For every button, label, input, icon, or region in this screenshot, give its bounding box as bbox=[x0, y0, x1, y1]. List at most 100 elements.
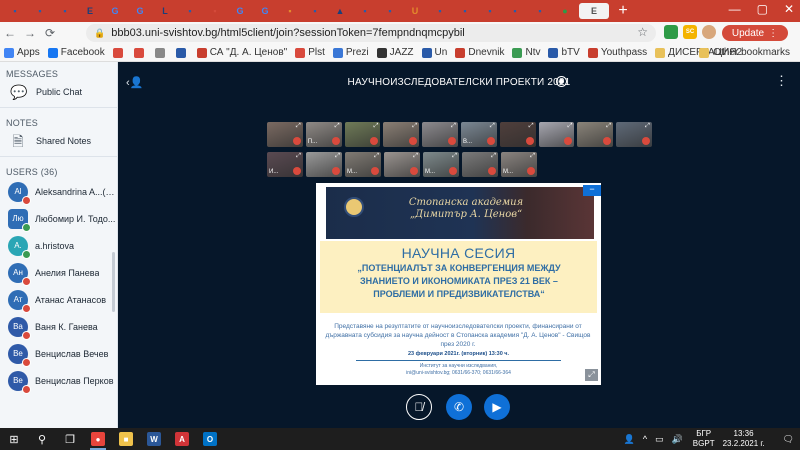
user-list-item[interactable]: Ат Атанас Атанасов bbox=[0, 286, 117, 313]
browser-tab[interactable]: ▲ bbox=[329, 3, 351, 19]
user-list-item[interactable]: A. a.hristova bbox=[0, 232, 117, 259]
fullscreen-icon[interactable]: ⤢ bbox=[296, 153, 301, 160]
show-hidden-icons-icon[interactable]: ^ bbox=[643, 434, 647, 444]
user-list-item[interactable]: Al Aleksandrina A...(You) bbox=[0, 178, 117, 205]
browser-tab[interactable]: ▪ bbox=[304, 3, 326, 19]
user-list-scrollbar[interactable] bbox=[112, 252, 115, 312]
browser-tab[interactable]: U bbox=[404, 3, 426, 19]
url-omnibox[interactable]: 🔒 bbb03.uni-svishtov.bg/html5client/join… bbox=[86, 24, 656, 42]
options-menu-icon[interactable]: ⋮ bbox=[775, 73, 788, 89]
fullscreen-icon[interactable]: ⤢ bbox=[568, 123, 573, 130]
audio-phone-button[interactable]: ✆ bbox=[446, 394, 472, 420]
browser-tab[interactable]: E bbox=[79, 3, 101, 19]
webcam-tile[interactable]: И... ⤢ bbox=[267, 152, 303, 177]
browser-tab[interactable]: ● bbox=[554, 3, 576, 19]
user-list-item[interactable]: Ве Венцислав Перков bbox=[0, 367, 117, 394]
bookmark-item[interactable]: Prezi bbox=[332, 47, 369, 58]
taskbar-app[interactable]: W bbox=[140, 428, 168, 450]
fullscreen-icon[interactable]: ⤢ bbox=[645, 123, 650, 130]
other-bookmarks[interactable]: Other bookmarks bbox=[699, 47, 790, 58]
volume-icon[interactable]: 🔊 bbox=[672, 434, 683, 445]
profile-avatar[interactable] bbox=[702, 25, 716, 39]
reload-icon[interactable]: ⟳ bbox=[40, 26, 60, 40]
fullscreen-presentation-icon[interactable]: ⤢ bbox=[585, 369, 598, 381]
sc-extension-icon[interactable]: SC bbox=[683, 25, 697, 39]
windows-start-icon[interactable]: ⊞ bbox=[0, 428, 28, 450]
public-chat-item[interactable]: 💬 Public Chat bbox=[0, 80, 117, 104]
fullscreen-icon[interactable]: ⤢ bbox=[335, 153, 340, 160]
fullscreen-icon[interactable]: ⤢ bbox=[452, 153, 457, 160]
fullscreen-icon[interactable]: ⤢ bbox=[296, 123, 301, 130]
forward-arrow-icon[interactable]: → bbox=[20, 26, 40, 40]
bookmark-item[interactable]: bTV bbox=[548, 47, 580, 58]
active-browser-tab[interactable]: E bbox=[579, 3, 609, 19]
input-language[interactable]: БГР BGPT bbox=[693, 429, 715, 449]
webcam-tile[interactable]: ⤢ bbox=[422, 122, 458, 147]
webcam-tile[interactable]: ⤢ bbox=[538, 122, 575, 147]
webcam-tile[interactable]: М... ⤢ bbox=[501, 152, 537, 177]
bookmark-item[interactable] bbox=[154, 47, 168, 58]
browser-tab[interactable]: ▪ bbox=[29, 3, 51, 19]
bookmark-item[interactable]: Apps bbox=[4, 47, 40, 58]
browser-tab[interactable]: ▪ bbox=[279, 3, 301, 19]
fullscreen-icon[interactable]: ⤢ bbox=[374, 153, 379, 160]
update-button[interactable]: Update ⋮ bbox=[722, 25, 788, 41]
taskbar-app[interactable]: O bbox=[196, 428, 224, 450]
browser-tab[interactable]: G bbox=[104, 3, 126, 19]
fullscreen-icon[interactable]: ⤢ bbox=[374, 123, 379, 130]
fullscreen-icon[interactable]: ⤢ bbox=[412, 123, 417, 130]
notifications-icon[interactable]: 🗨 bbox=[783, 434, 794, 445]
webcam-tile[interactable]: М... ⤢ bbox=[345, 152, 381, 177]
bookmark-item[interactable]: Ntv bbox=[512, 47, 540, 58]
browser-tab[interactable]: ▪ bbox=[179, 3, 201, 19]
browser-tab[interactable]: G bbox=[129, 3, 151, 19]
browser-tab[interactable]: ▪ bbox=[204, 3, 226, 19]
webcam-tile[interactable]: В... ⤢ bbox=[460, 122, 497, 147]
taskbar-app[interactable]: ● bbox=[84, 428, 112, 450]
webcam-tile[interactable]: ⤢ bbox=[383, 122, 420, 147]
user-list-item[interactable]: Лю Любомир И. Тодо... bbox=[0, 205, 117, 232]
url-text[interactable]: bbb03.uni-svishtov.bg/html5client/join?s… bbox=[111, 27, 465, 39]
browser-tab[interactable]: ▪ bbox=[54, 3, 76, 19]
browser-tab[interactable]: ▪ bbox=[479, 3, 501, 19]
minimize-presentation-button[interactable]: − bbox=[583, 185, 601, 196]
bookmark-star-icon[interactable]: ☆ bbox=[637, 25, 648, 39]
browser-tab[interactable]: ▪ bbox=[429, 3, 451, 19]
task-view-icon[interactable]: ❐ bbox=[56, 428, 84, 450]
bookmark-item[interactable]: Youthpass bbox=[587, 47, 647, 58]
fullscreen-icon[interactable]: ⤢ bbox=[490, 123, 495, 130]
minimize-window-icon[interactable]: — bbox=[729, 2, 741, 16]
user-list-item[interactable]: Ан Анелия Панева bbox=[0, 259, 117, 286]
bookmark-item[interactable]: СА "Д. А. Ценов" bbox=[196, 47, 287, 58]
fullscreen-icon[interactable]: ⤢ bbox=[529, 123, 534, 130]
unmute-microphone-button[interactable]: 🎙̸ bbox=[406, 394, 432, 420]
close-window-icon[interactable]: ✕ bbox=[784, 2, 794, 16]
browser-tab[interactable]: ▪ bbox=[504, 3, 526, 19]
browser-tab[interactable]: ▪ bbox=[379, 3, 401, 19]
fullscreen-icon[interactable]: ⤢ bbox=[530, 153, 535, 160]
fullscreen-icon[interactable]: ⤢ bbox=[335, 123, 340, 130]
webcam-tile[interactable]: ⤢ bbox=[616, 122, 652, 147]
taskbar-app[interactable]: A bbox=[168, 428, 196, 450]
search-icon[interactable]: ⚲ bbox=[28, 428, 56, 450]
browser-tab[interactable]: G bbox=[254, 3, 276, 19]
back-arrow-icon[interactable]: ← bbox=[0, 26, 20, 40]
user-list-item[interactable]: Ве Венцислав Вечев bbox=[0, 340, 117, 367]
shared-notes-item[interactable]: 🗎 Shared Notes bbox=[0, 129, 117, 153]
bookmark-item[interactable]: Facebook bbox=[47, 47, 105, 58]
fullscreen-icon[interactable]: ⤢ bbox=[606, 123, 611, 130]
taskbar-app[interactable]: ■ bbox=[112, 428, 140, 450]
webcam-tile[interactable]: М... ⤢ bbox=[423, 152, 459, 177]
bookmark-item[interactable] bbox=[175, 47, 189, 58]
webcam-tile[interactable]: ⤢ bbox=[306, 152, 342, 177]
network-icon[interactable]: ▭ bbox=[655, 434, 664, 445]
webcam-tile[interactable]: ⤢ bbox=[384, 152, 420, 177]
green-extension-icon[interactable] bbox=[664, 25, 678, 39]
browser-tab[interactable]: ▪ bbox=[354, 3, 376, 19]
bookmark-item[interactable] bbox=[133, 47, 147, 58]
browser-tab[interactable]: G bbox=[229, 3, 251, 19]
webcam-tile[interactable]: ⤢ bbox=[499, 122, 536, 147]
webcam-tile[interactable]: ⤢ bbox=[577, 122, 614, 147]
bookmark-item[interactable]: JAZZ bbox=[376, 47, 414, 58]
fullscreen-icon[interactable]: ⤢ bbox=[491, 153, 496, 160]
